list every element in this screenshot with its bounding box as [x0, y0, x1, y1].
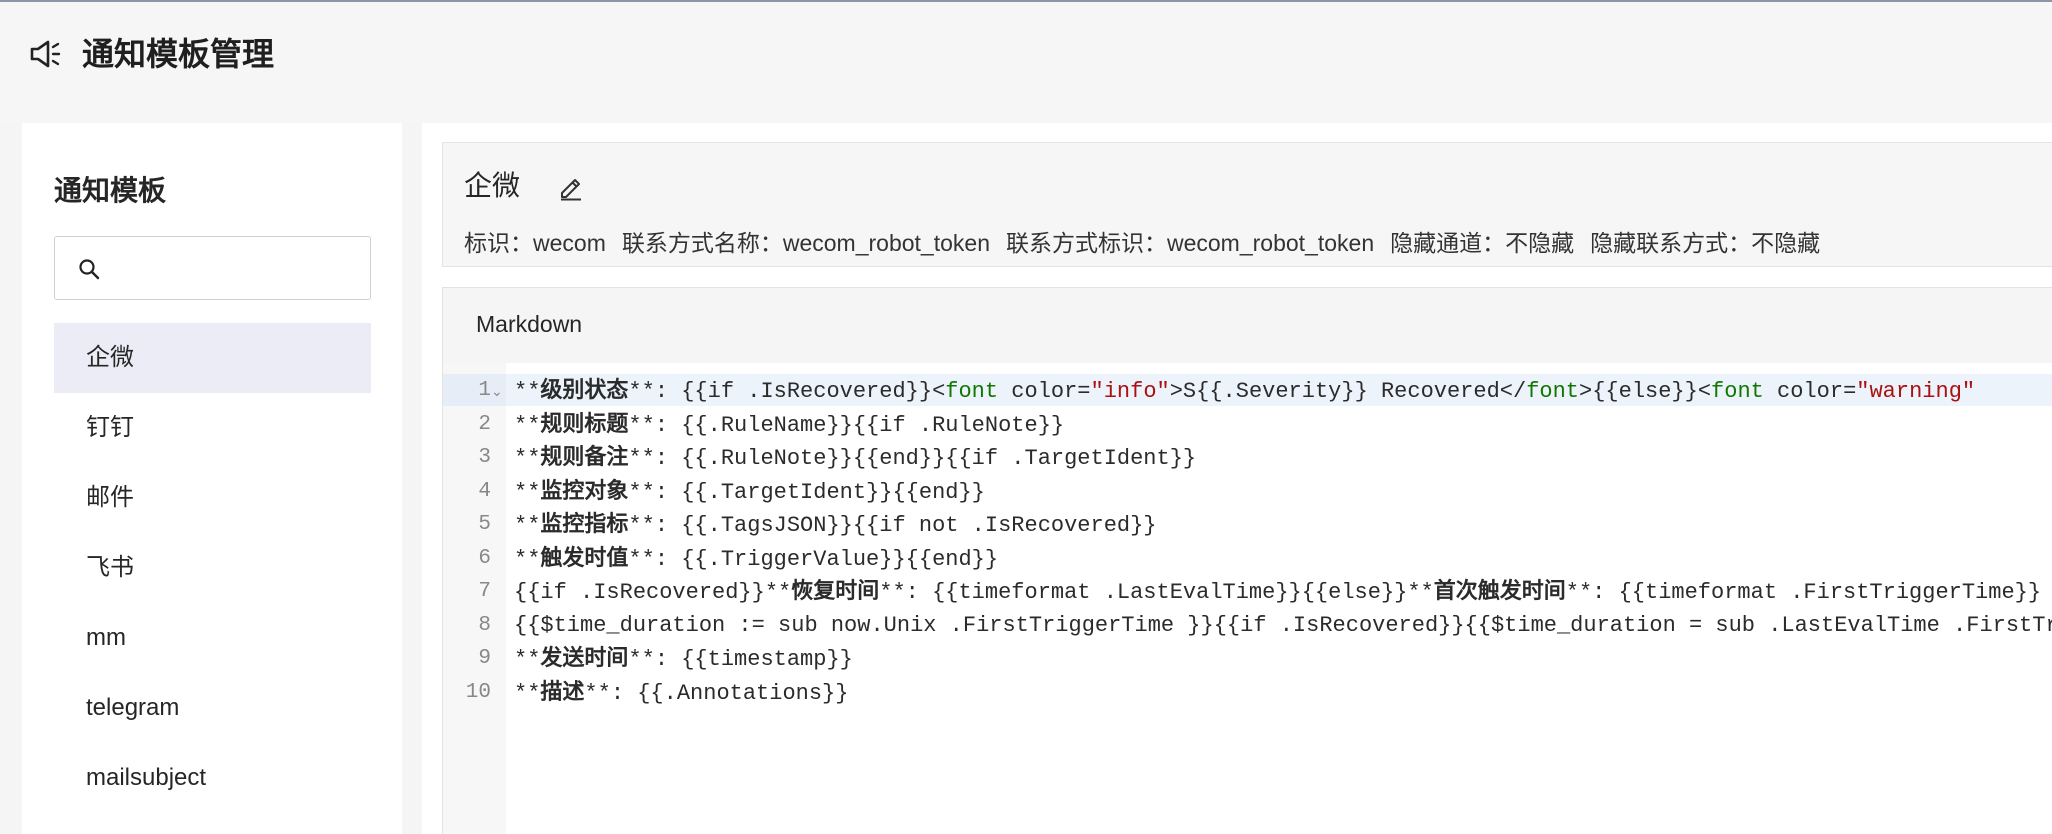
page-title: 通知模板管理: [82, 36, 275, 72]
template-item-email[interactable]: 邮件: [54, 463, 371, 533]
hide-contact-value: 不隐藏: [1751, 230, 1821, 256]
template-name: 企微: [464, 170, 521, 201]
template-item-feishu[interactable]: 飞书: [54, 533, 371, 603]
ident-value: wecom: [533, 230, 606, 256]
line-number: 2: [478, 412, 491, 436]
line-number: 8: [478, 613, 491, 637]
hide-channel-label: 隐藏通道：: [1390, 230, 1506, 256]
line-number: 5: [478, 513, 491, 536]
contact-name-value: wecom_robot_token: [782, 230, 990, 256]
tab-markdown[interactable]: Markdown: [476, 308, 582, 340]
line-number-gutter: 1 ⌄ 2 3 4 5 6 7 8 9 10: [443, 363, 506, 834]
template-editor-card: Markdown 1 ⌄ 2 3 4 5 6 7 8 9 10 **级别状态**…: [442, 287, 2052, 834]
code-line-9[interactable]: **发送时间**: {{timestamp}}: [514, 642, 853, 676]
template-item-mailsubject[interactable]: mailsubject: [54, 743, 371, 813]
contact-ident-label: 联系方式标识：: [1005, 230, 1167, 256]
code-line-10[interactable]: **描述**: {{.Annotations}}: [514, 676, 848, 710]
hide-channel-value: 不隐藏: [1505, 230, 1575, 256]
line-number: 7: [478, 580, 491, 603]
line-number: 6: [478, 546, 491, 570]
line-number: 1: [478, 379, 491, 402]
fold-chevron-icon[interactable]: ⌄: [491, 383, 503, 400]
line-number: 10: [465, 680, 491, 704]
code-line-3[interactable]: **规则备注**: {{.RuleNote}}{{end}}{{if .Targ…: [514, 441, 1196, 475]
code-editor[interactable]: **级别状态**: {{if .IsRecovered}}<font color…: [506, 363, 2052, 834]
template-meta: 标识：wecom 联系方式名称：wecom_robot_token 联系方式标识：w…: [464, 227, 1820, 259]
hide-contact-label: 隐藏联系方式：: [1590, 230, 1752, 256]
edit-icon[interactable]: [557, 173, 585, 201]
template-item-dingtalk[interactable]: 钉钉: [54, 393, 371, 463]
search-box[interactable]: [54, 236, 371, 300]
code-line-6[interactable]: **触发时值**: {{.TriggerValue}}{{end}}: [514, 542, 998, 576]
main-panel: 企微 标识：wecom 联系方式名称：wecom_robot_token 联系方式标…: [422, 123, 2052, 834]
search-icon: [79, 259, 100, 280]
megaphone-icon: [30, 40, 61, 68]
code-line-7[interactable]: {{if .IsRecovered}}**恢复时间**: {{timeforma…: [514, 575, 2041, 609]
contact-name-label: 联系方式名称：: [621, 230, 783, 256]
line-number: 4: [478, 479, 491, 503]
sidebar-title: 通知模板: [54, 175, 167, 206]
template-item-wecom[interactable]: 企微: [54, 323, 371, 393]
code-line-4[interactable]: **监控对象**: {{.TargetIdent}}{{end}}: [514, 475, 985, 509]
contact-ident-value: wecom_robot_token: [1166, 230, 1375, 256]
line-number: 3: [478, 446, 491, 469]
template-info-card: 企微 标识：wecom 联系方式名称：wecom_robot_token 联系方式标…: [442, 142, 2052, 267]
code-line-8[interactable]: {{$time_duration := sub now.Unix .FirstT…: [514, 609, 2052, 643]
template-item-mm[interactable]: mm: [54, 603, 371, 673]
template-sidebar: 通知模板 企微 钉钉 邮件 飞书 mm telegram mailsubject: [22, 123, 402, 834]
code-line-2[interactable]: **规则标题**: {{.RuleName}}{{if .RuleNote}}: [514, 408, 1064, 442]
editor-header: Markdown: [443, 288, 2052, 363]
line-number: 9: [478, 647, 491, 670]
template-item-telegram[interactable]: telegram: [54, 673, 371, 743]
search-input[interactable]: [115, 245, 360, 291]
code-line-1[interactable]: **级别状态**: {{if .IsRecovered}}<font color…: [514, 374, 1975, 408]
ident-label: 标识：: [464, 230, 533, 256]
code-line-5[interactable]: **监控指标**: {{.TagsJSON}}{{if not .IsRecov…: [514, 508, 1157, 542]
page-header: 通知模板管理: [0, 2, 2052, 122]
template-list: 企微 钉钉 邮件 飞书 mm telegram mailsubject: [54, 323, 371, 813]
